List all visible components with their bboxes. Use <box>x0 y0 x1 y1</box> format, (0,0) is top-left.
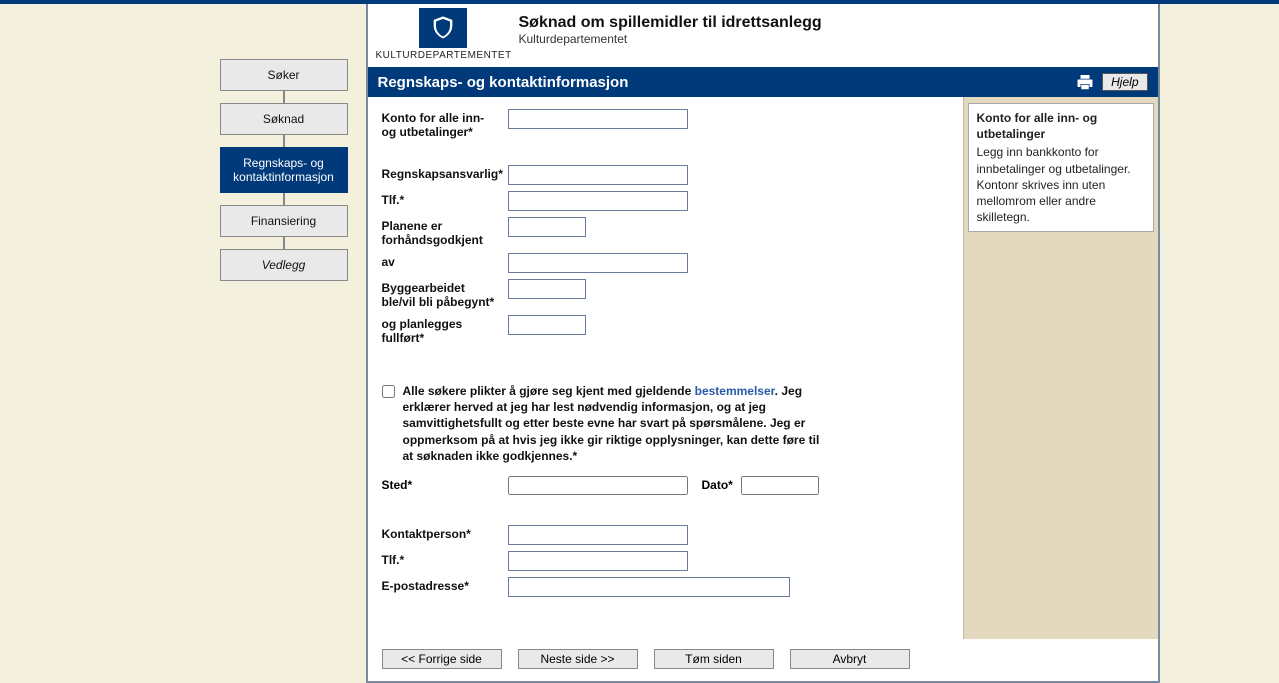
label-konto: Konto for alle inn- og utbetalinger* <box>382 109 508 139</box>
declaration-pre: Alle søkere plikter å gjøre seg kjent me… <box>403 384 695 398</box>
input-dato[interactable] <box>741 476 819 495</box>
crest-icon <box>419 8 467 48</box>
label-planene: Planene er forhåndsgodkjent <box>382 217 508 247</box>
print-icon[interactable] <box>1076 75 1094 89</box>
logo-block: KULTURDEPARTEMENTET <box>376 8 511 61</box>
cancel-button[interactable]: Avbryt <box>790 649 910 669</box>
app-subtitle: Kulturdepartementet <box>519 32 822 46</box>
help-button[interactable]: Hjelp <box>1102 73 1147 91</box>
declaration-text: Alle søkere plikter å gjøre seg kjent me… <box>403 383 823 464</box>
nav-connector <box>283 91 285 103</box>
nav-step-finansiering[interactable]: Finansiering <box>220 205 348 237</box>
help-sidebar: Konto for alle inn- og utbetalinger Legg… <box>963 97 1158 639</box>
input-fullfort[interactable] <box>508 315 586 335</box>
bestemmelser-link[interactable]: bestemmelser <box>695 384 775 398</box>
label-tlf2: Tlf.* <box>382 551 508 567</box>
input-tlf1[interactable] <box>508 191 688 211</box>
input-konto[interactable] <box>508 109 688 129</box>
main-panel: KULTURDEPARTEMENTET Søknad om spillemidl… <box>366 4 1160 683</box>
nav-connector <box>283 237 285 249</box>
input-planene[interactable] <box>508 217 586 237</box>
input-av[interactable] <box>508 253 688 273</box>
label-epost: E-postadresse* <box>382 577 508 593</box>
nav-step-soker[interactable]: Søker <box>220 59 348 91</box>
label-tlf1: Tlf.* <box>382 191 508 207</box>
input-kontaktperson[interactable] <box>508 525 688 545</box>
label-av: av <box>382 253 508 269</box>
prev-button[interactable]: << Forrige side <box>382 649 502 669</box>
declaration-checkbox[interactable] <box>382 385 395 398</box>
logo-text: KULTURDEPARTEMENTET <box>376 50 511 61</box>
clear-button[interactable]: Tøm siden <box>654 649 774 669</box>
input-regnskapsansvarlig[interactable] <box>508 165 688 185</box>
section-title: Regnskaps- og kontaktinformasjon <box>378 74 629 91</box>
app-title: Søknad om spillemidler til idrettsanlegg <box>519 14 822 32</box>
label-fullfort: og planlegges fullført* <box>382 315 508 345</box>
form-area: Konto for alle inn- og utbetalinger* Reg… <box>368 97 963 639</box>
input-sted[interactable] <box>508 476 688 495</box>
input-tlf2[interactable] <box>508 551 688 571</box>
label-dato: Dato* <box>702 478 733 492</box>
input-epost[interactable] <box>508 577 790 597</box>
next-button[interactable]: Neste side >> <box>518 649 638 669</box>
section-bar: Regnskaps- og kontaktinformasjon Hjelp <box>368 67 1158 97</box>
declaration-row: Alle søkere plikter å gjøre seg kjent me… <box>382 383 951 464</box>
help-panel: Konto for alle inn- og utbetalinger Legg… <box>968 103 1154 232</box>
input-byggearbeidet[interactable] <box>508 279 586 299</box>
wizard-nav: Søker Søknad Regnskaps- og kontaktinform… <box>210 4 358 683</box>
header: KULTURDEPARTEMENTET Søknad om spillemidl… <box>368 4 1158 67</box>
label-byggearbeidet: Byggearbeidet ble/vil bli påbegynt* <box>382 279 508 309</box>
label-regnskapsansvarlig: Regnskapsansvarlig* <box>382 165 508 181</box>
nav-step-vedlegg[interactable]: Vedlegg <box>220 249 348 281</box>
help-panel-title: Konto for alle inn- og utbetalinger <box>977 110 1145 142</box>
nav-step-regnskap[interactable]: Regnskaps- og kontaktinformasjon <box>220 147 348 193</box>
label-sted: Sted* <box>382 478 508 492</box>
label-kontaktperson: Kontaktperson* <box>382 525 508 541</box>
nav-connector <box>283 193 285 205</box>
nav-step-soknad[interactable]: Søknad <box>220 103 348 135</box>
nav-connector <box>283 135 285 147</box>
help-panel-body: Legg inn bankkonto for innbetalinger og … <box>977 144 1145 225</box>
